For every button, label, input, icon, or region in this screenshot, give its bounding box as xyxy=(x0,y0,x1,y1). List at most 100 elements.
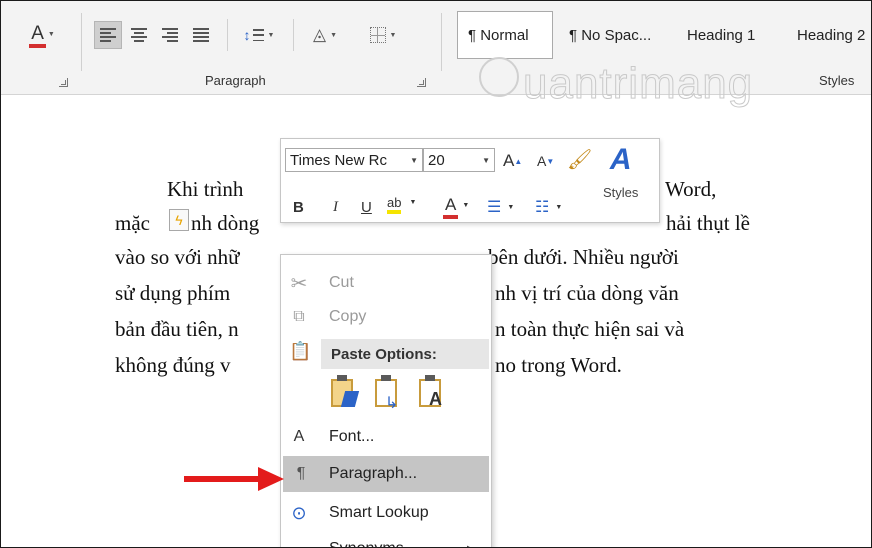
menu-item-label: Cut xyxy=(329,274,354,291)
doc-line-1a: Khi trình xyxy=(167,177,244,201)
line-spacing-button[interactable]: ↕ ▼ xyxy=(237,21,281,49)
font-name-box[interactable]: Times New Rc ▼ xyxy=(285,148,423,172)
chevron-down-icon: ▼ xyxy=(410,155,418,165)
doc-line-2a: mặc xyxy=(115,211,150,235)
font-color-button[interactable]: A ▼ xyxy=(21,21,65,48)
format-painter-button[interactable]: 🖌 xyxy=(567,147,592,172)
styles-gallery: ¶ Normal ¶ No Spac... Heading 1 Heading … xyxy=(453,11,871,59)
highlight-icon: ab xyxy=(387,195,402,214)
lookup-icon: ⊙ xyxy=(291,502,307,523)
divider xyxy=(227,19,228,51)
grow-font-button[interactable]: A ▲ xyxy=(503,151,522,171)
chevron-down-icon: ▼ xyxy=(555,203,563,211)
menu-item-smart-lookup[interactable]: ⊙ Smart Lookup xyxy=(281,495,491,531)
font-color-mini-button[interactable]: A ▼ xyxy=(443,195,470,219)
format-painter-icon: 🖌 xyxy=(567,149,593,171)
scissors-icon: ✂ xyxy=(290,272,308,295)
menu-item-label: Paragraph... xyxy=(329,465,418,482)
highlight-button[interactable]: ab ▼ xyxy=(387,195,417,214)
watermark: uantrimang xyxy=(522,59,754,109)
doc-line-3a: vào so với nhữ xyxy=(115,245,240,269)
shading-button[interactable]: ◬ ▼ xyxy=(301,21,349,49)
styles-button[interactable]: A Styles xyxy=(603,143,638,200)
doc-line-6a: không đúng v xyxy=(115,353,231,377)
divider xyxy=(81,13,82,71)
bold-button[interactable]: B xyxy=(293,199,304,216)
mini-toolbar: Times New Rc ▼ 20 ▼ A ▲ A ▼ 🖌 A Styles B I… xyxy=(280,138,660,223)
justify-icon xyxy=(193,28,209,42)
borders-button[interactable]: ▼ xyxy=(357,21,409,49)
word-window: A ▼ ↕ ▼ ◬ ▼ ▼ Paragraph ¶ Normal ¶ No Sp… xyxy=(0,0,872,548)
red-arrow-annotation xyxy=(184,467,284,491)
context-menu: ✂ Cut ⧉ Copy 📋 Paste Options: ↳ A A Font… xyxy=(280,254,492,548)
doc-line-6b: no trong Word. xyxy=(495,353,622,377)
menu-item-cut[interactable]: ✂ Cut xyxy=(281,265,491,301)
paste-options-header: Paste Options: xyxy=(321,339,489,369)
doc-line-2b: nh dòng xyxy=(191,211,260,235)
divider xyxy=(293,19,294,51)
font-name-value: Times New Rc xyxy=(290,151,387,169)
divider xyxy=(441,13,442,71)
chevron-down-icon: ▼ xyxy=(389,31,397,39)
style-heading-2[interactable]: Heading 2 xyxy=(787,11,871,59)
style-heading-1[interactable]: Heading 1 xyxy=(677,11,781,59)
doc-line-3b: bên dưới. Nhiều người xyxy=(488,245,679,269)
font-color-icon: A xyxy=(443,195,459,219)
watermark-logo-icon xyxy=(479,57,519,97)
numbering-button[interactable]: ☷ ▼ xyxy=(535,197,562,217)
justify-button[interactable] xyxy=(187,21,215,49)
menu-item-paragraph[interactable]: ¶ Paragraph... xyxy=(283,456,489,492)
style-no-spacing[interactable]: ¶ No Spac... xyxy=(559,11,675,59)
menu-item-copy[interactable]: ⧉ Copy xyxy=(281,299,491,335)
paragraph-dialog-launcher[interactable] xyxy=(417,78,426,87)
menu-item-label: Font... xyxy=(329,428,375,445)
chevron-down-icon: ▼ xyxy=(330,31,337,39)
menu-item-label: Smart Lookup xyxy=(329,504,429,521)
doc-line-1b: Word, xyxy=(665,177,717,201)
align-right-button[interactable] xyxy=(156,21,184,49)
italic-button[interactable]: I xyxy=(333,199,338,216)
numbering-icon: ☷ xyxy=(535,199,550,216)
shading-icon: ◬ xyxy=(312,25,327,44)
align-right-icon xyxy=(162,28,178,42)
submenu-arrow-icon: ▶ xyxy=(467,544,475,548)
menu-item-label: Copy xyxy=(329,308,367,325)
line-spacing-icon: ↕ xyxy=(243,27,251,43)
shrink-font-icon: A xyxy=(537,153,547,169)
chevron-down-icon: ▼ xyxy=(47,30,55,38)
bullets-icon: ☰ xyxy=(487,199,502,216)
chevron-down-icon: ▼ xyxy=(267,31,275,39)
menu-item-font[interactable]: A Font... xyxy=(281,419,491,455)
paragraph-group-label: Paragraph xyxy=(205,73,266,88)
menu-item-label: Synonyms xyxy=(329,540,404,547)
menu-item-synonyms[interactable]: Synonyms ▶ xyxy=(281,531,491,548)
align-center-button[interactable] xyxy=(125,21,153,49)
paste-text-only-icon[interactable]: A xyxy=(417,373,447,411)
paste-merge-icon[interactable]: ↳ xyxy=(373,373,403,412)
font-size-box[interactable]: 20 ▼ xyxy=(423,148,495,172)
align-center-icon xyxy=(131,28,147,42)
bullets-button[interactable]: ☰ ▼ xyxy=(487,197,514,217)
grow-font-icon: A xyxy=(503,151,515,170)
font-icon: A xyxy=(293,428,305,445)
styles-button-label: Styles xyxy=(603,185,639,200)
paste-keep-source-icon[interactable] xyxy=(329,373,360,411)
style-normal[interactable]: ¶ Normal xyxy=(457,11,553,59)
styles-group-label: Styles xyxy=(819,73,855,88)
paragraph-icon: ¶ xyxy=(296,465,306,482)
doc-line-5b: n toàn thực hiện sai và xyxy=(495,317,685,341)
doc-line-4a: sử dụng phím xyxy=(115,281,231,305)
font-dialog-launcher[interactable] xyxy=(59,78,68,87)
underline-button[interactable]: U xyxy=(361,199,372,216)
autocorrect-options-icon[interactable]: ϟ xyxy=(169,209,189,231)
chevron-down-icon: ▼ xyxy=(482,155,490,165)
align-left-icon xyxy=(100,28,116,42)
chevron-down-icon: ▼ xyxy=(462,201,470,209)
font-color-icon: A xyxy=(29,23,46,48)
chevron-down-icon: ▼ xyxy=(409,199,417,206)
chevron-down-icon: ▼ xyxy=(507,203,515,211)
align-left-button[interactable] xyxy=(94,21,122,49)
doc-line-5a: bản đầu tiên, n xyxy=(115,317,239,341)
styles-icon: A xyxy=(609,143,632,176)
shrink-font-button[interactable]: A ▼ xyxy=(537,153,554,169)
